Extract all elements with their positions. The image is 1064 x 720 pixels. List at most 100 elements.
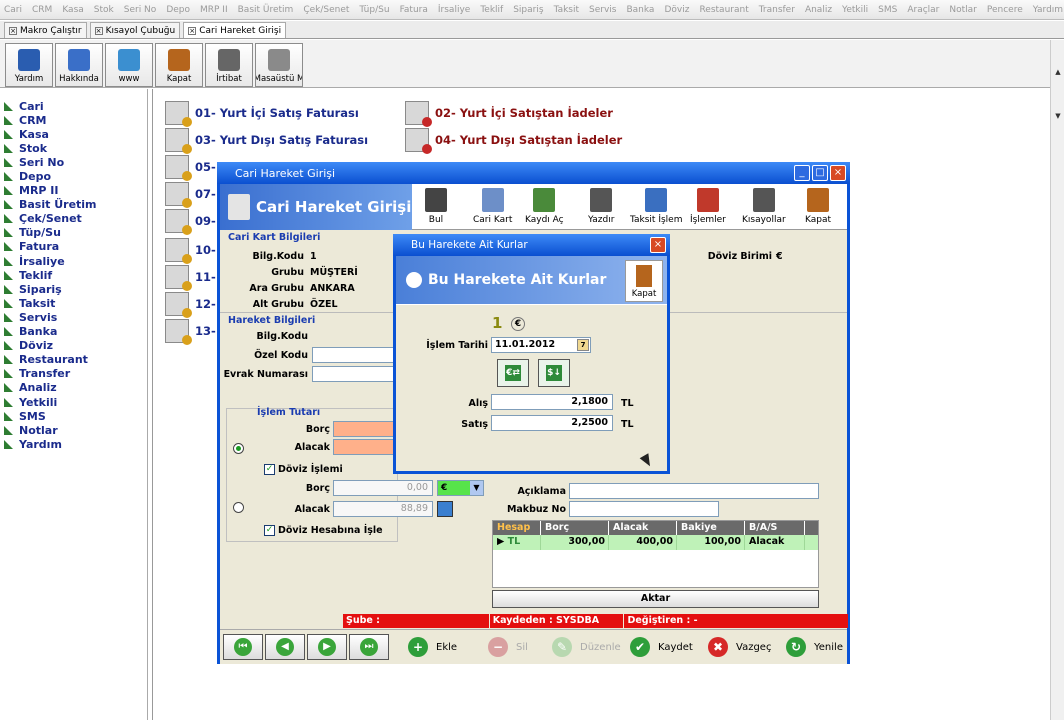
sidebar-item[interactable]: Kasa [0,127,147,141]
menu-item[interactable]: Transfer [759,5,795,15]
action-button-3[interactable]: ✔ Kaydet [630,635,693,659]
toolbar-button-3[interactable]: Yazdır [588,188,614,225]
toolbar-button-7[interactable]: Kapat [805,188,831,225]
alacak-input[interactable] [333,439,398,455]
document-link[interactable]: 10- [165,238,216,264]
sidebar-item[interactable]: Çek/Senet [0,212,147,226]
tab-close-icon[interactable]: × [94,26,103,35]
next-record-button[interactable]: ▶ [307,634,347,660]
menu-item[interactable]: Analiz [805,5,832,15]
menu-item[interactable]: MRP II [200,5,228,15]
sidebar-item[interactable]: Stok [0,141,147,155]
sidebar-item[interactable]: Basit Üretim [0,198,147,212]
toolbar-button-3[interactable]: Kapat [155,43,203,87]
sidebar-item[interactable]: SMS [0,409,147,423]
document-link[interactable]: 09- [165,209,216,235]
sidebar-item[interactable]: Yardım [0,437,147,451]
toolbar-button-4[interactable]: İrtibat [205,43,253,87]
scroll-up-icon[interactable]: ▲ [1053,68,1063,78]
calendar-icon[interactable]: 7 [577,339,589,351]
sidebar-item[interactable]: Notlar [0,423,147,437]
action-button-5[interactable]: ↻ Yenile [786,635,843,659]
toolbar-button-6[interactable]: Kısayollar [742,188,786,225]
tab-makro[interactable]: × Makro Çalıştır [4,22,87,38]
table-row[interactable]: ▶ TL 300,00 400,00 100,00 Alacak [493,535,818,550]
menu-item[interactable]: Stok [94,5,114,15]
sidebar-item[interactable]: İrsaliye [0,254,147,268]
makbuz-input[interactable] [569,501,719,517]
tab-cari-hareket[interactable]: × Cari Hareket Girişi [183,22,287,38]
sidebar-item[interactable]: Taksit [0,296,147,310]
document-link[interactable]: 04- Yurt Dışı Satıştan İadeler [405,128,622,154]
menu-item[interactable]: Çek/Senet [303,5,349,15]
currency-swap-button[interactable]: €⇄ [497,359,529,387]
tab-close-icon[interactable]: × [188,26,197,35]
aciklama-input[interactable] [569,483,819,499]
doviz-borc-input[interactable]: 0,00 [333,480,433,496]
sidebar-item[interactable]: CRM [0,113,147,127]
menu-item[interactable]: Depo [166,5,190,15]
sidebar-item[interactable]: Servis [0,310,147,324]
islem-tarihi-input[interactable]: 11.01.2012 7 [491,337,591,353]
document-link[interactable]: 03- Yurt Dışı Satış Faturası [165,128,368,154]
doviz-radio[interactable] [233,502,244,513]
doviz-alacak-input[interactable]: 88,89 [333,501,433,517]
menu-item[interactable]: Araçlar [907,5,939,15]
satis-input[interactable]: 2,2500 [491,415,613,431]
sidebar-item[interactable]: Restaurant [0,353,147,367]
toolbar-button-2[interactable]: Kaydı Aç [525,188,564,225]
aktar-button[interactable]: Aktar [492,590,819,608]
sidebar-item[interactable]: Teklif [0,268,147,282]
menu-item[interactable]: Basit Üretim [238,5,294,15]
document-link[interactable]: 05- [165,155,216,181]
doviz-hesabina-checkbox[interactable]: ✓ [264,525,275,536]
toolbar-button-5[interactable]: Masaüstü M [255,43,303,87]
sidebar-item[interactable]: Seri No [0,155,147,169]
document-link[interactable]: 01- Yurt İçi Satış Faturası [165,101,359,127]
minimize-icon[interactable]: _ [794,165,810,181]
evrak-numarasi-input[interactable] [312,366,398,382]
sidebar-item[interactable]: Analiz [0,381,147,395]
toolbar-button-1[interactable]: Hakkında [55,43,103,87]
document-link[interactable]: 12- [165,292,216,318]
toolbar-button-5[interactable]: İşlemler [690,188,726,225]
menu-item[interactable]: Fatura [400,5,428,15]
first-record-button[interactable]: ⏮ [223,634,263,660]
vertical-scrollbar[interactable]: ▲ ▼ [1050,40,1064,720]
dialog-titlebar[interactable]: Bu Harekete Ait Kurlar [393,234,670,256]
document-link[interactable]: 02- Yurt İçi Satıştan İadeler [405,101,613,127]
document-link[interactable]: 11- [165,265,216,291]
document-link[interactable]: 13- [165,319,216,345]
window-titlebar[interactable]: Cari Hareket Girişi _ □ × [217,162,850,184]
menu-item[interactable]: Notlar [949,5,976,15]
toolbar-button-1[interactable]: Cari Kart [473,188,512,225]
action-button-0[interactable]: + Ekle [408,635,457,659]
sidebar-item[interactable]: Tüp/Su [0,226,147,240]
toolbar-button-4[interactable]: Taksit İşlem [630,188,682,225]
last-record-button[interactable]: ⏭ [349,634,389,660]
document-link[interactable]: 07- [165,182,216,208]
currency-convert-button[interactable]: $↓ [538,359,570,387]
alis-input[interactable]: 2,1800 [491,394,613,410]
close-icon[interactable]: × [650,237,666,253]
scroll-down-icon[interactable]: ▼ [1053,112,1063,122]
menu-item[interactable]: Teklif [480,5,503,15]
menu-item[interactable]: Kasa [62,5,83,15]
chevron-down-icon[interactable]: ▼ [470,481,483,495]
action-button-4[interactable]: ✖ Vazgeç [708,635,771,659]
maximize-icon[interactable]: □ [812,165,828,181]
sidebar-item[interactable]: Banka [0,325,147,339]
toolbar-button-0[interactable]: Bul [425,188,447,225]
menu-item[interactable]: Restaurant [699,5,748,15]
dialog-kapat-button[interactable]: Kapat [625,260,663,302]
menu-item[interactable]: Banka [626,5,654,15]
action-button-1[interactable]: − Sil [488,635,528,659]
menu-item[interactable]: Tüp/Su [359,5,389,15]
toolbar-button-2[interactable]: www [105,43,153,87]
menu-item[interactable]: Servis [589,5,616,15]
menu-item[interactable]: CRM [32,5,52,15]
close-icon[interactable]: × [830,165,846,181]
menu-item[interactable]: Pencere [987,5,1023,15]
tl-radio[interactable] [233,443,244,454]
sidebar-item[interactable]: MRP II [0,184,147,198]
